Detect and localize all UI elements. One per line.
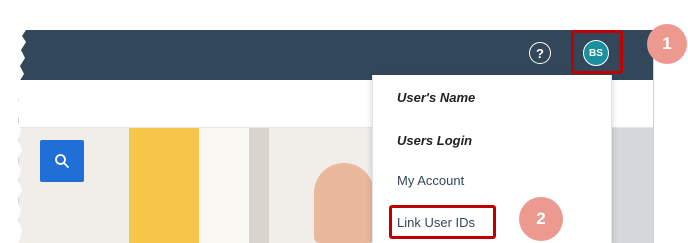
menu-item-my-account[interactable]: My Account: [397, 173, 464, 188]
menu-user-name: User's Name: [397, 90, 476, 105]
help-icon: ?: [536, 45, 544, 61]
avatar-initials: BS: [589, 47, 603, 59]
help-button[interactable]: ?: [529, 42, 551, 64]
top-navigation-bar: ? BS: [19, 30, 653, 80]
torn-edge: [0, 0, 26, 243]
user-avatar-button[interactable]: BS: [583, 40, 609, 66]
step-1-callout: 1: [647, 24, 687, 64]
search-button[interactable]: [40, 140, 84, 182]
step-2-callout: 2: [519, 197, 563, 241]
search-icon: [55, 154, 69, 168]
user-dropdown-menu: User's Name Users Login My Account Link …: [372, 75, 612, 243]
menu-item-link-user-ids[interactable]: Link User IDs: [397, 215, 475, 230]
menu-user-login: Users Login: [397, 133, 473, 148]
